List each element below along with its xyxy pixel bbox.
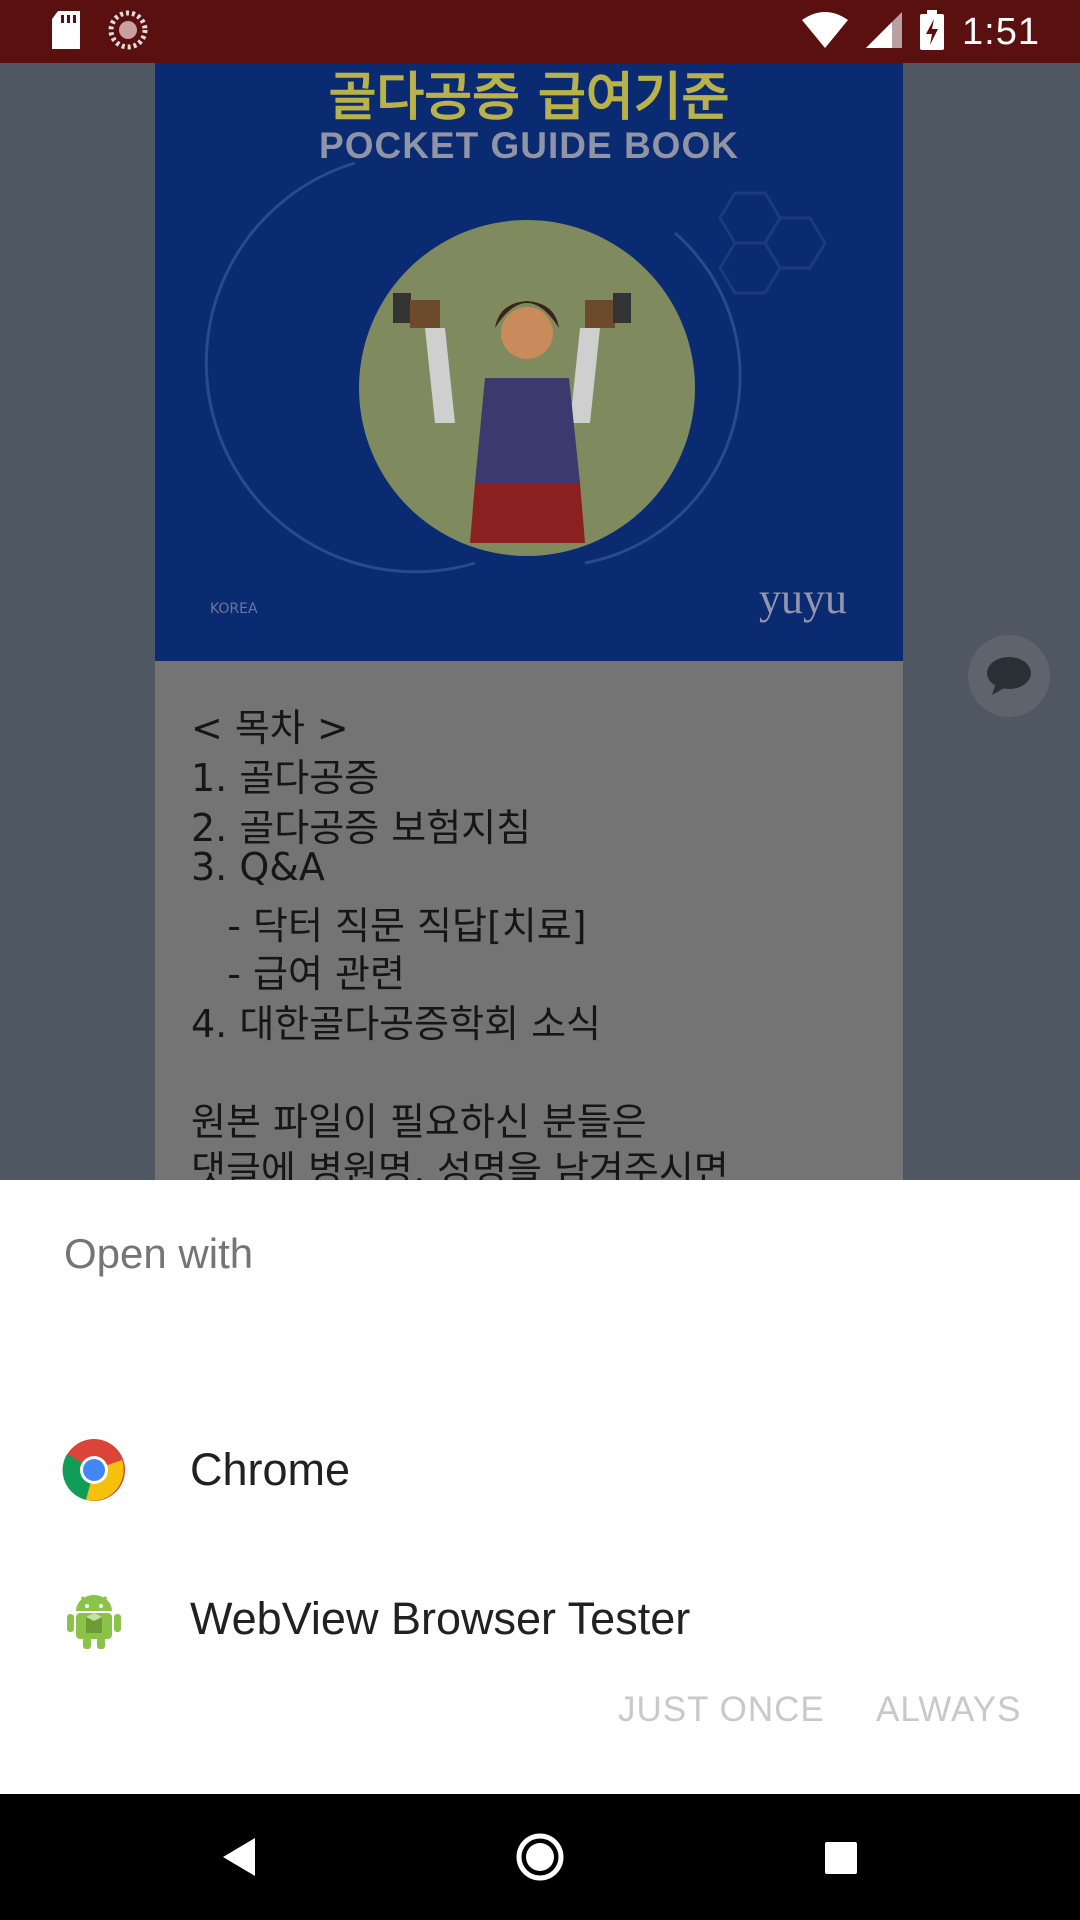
home-icon[interactable]	[505, 1822, 575, 1892]
chat-bubble-icon	[987, 657, 1031, 695]
post-text-line: - 급여 관련	[191, 952, 405, 996]
post-text-line: 4. 대한골다공증학회 소식	[191, 1002, 602, 1046]
battery-charging-icon	[920, 10, 945, 54]
poster-logo: yuyu	[759, 574, 847, 623]
back-icon[interactable]	[205, 1822, 275, 1892]
post-text-line: 3. Q&A	[191, 845, 325, 889]
app-option-webview-browser-tester[interactable]: WebView Browser Tester	[0, 1549, 1080, 1689]
comment-button[interactable]	[968, 635, 1050, 717]
navigation-bar	[0, 1794, 1080, 1920]
status-time: 1:51	[962, 10, 1040, 53]
app-option-chrome[interactable]: Chrome	[0, 1400, 1080, 1540]
sd-card-icon	[50, 11, 82, 53]
background-app-content: 골다공증 급여기준 POCKET GUIDE BOOK KOREA yuyu <…	[0, 63, 1080, 1180]
sheet-title: Open with	[64, 1230, 254, 1277]
post-text-line: 2. 골다공증 보험지침	[191, 806, 532, 850]
post-text-line: 원본 파일이 필요하신 분들은	[191, 1100, 647, 1144]
android-icon	[62, 1587, 126, 1651]
just-once-button[interactable]: JUST ONCE	[618, 1690, 825, 1730]
recents-icon[interactable]	[805, 1822, 875, 1892]
loading-icon	[108, 10, 148, 54]
always-button[interactable]: ALWAYS	[876, 1690, 1021, 1730]
app-label-chrome: Chrome	[190, 1444, 351, 1495]
status-bar: 1:51	[0, 0, 1080, 63]
post-text-area: < 목차 > 1. 골다공증 2. 골다공증 보험지침 3. Q&A - 닥터 …	[155, 661, 903, 1180]
signal-icon	[866, 12, 903, 52]
poster-illustration	[204, 161, 827, 574]
poster-stamp: KOREA	[210, 601, 258, 617]
app-label-webview-browser-tester: WebView Browser Tester	[190, 1593, 691, 1644]
post-text-line: - 닥터 직문 직답[치료]	[191, 904, 587, 948]
wifi-icon	[802, 12, 849, 52]
poster-image: 골다공증 급여기준 POCKET GUIDE BOOK KOREA yuyu	[155, 63, 903, 661]
open-with-sheet: Open with Chrome WebView Browser Tester …	[0, 1180, 1080, 1794]
post-text-line: 1. 골다공증	[191, 756, 380, 800]
post-text-line: 댓글에 병원명, 성명을 남겨주시면	[191, 1148, 729, 1180]
chrome-icon	[62, 1438, 126, 1502]
post-text-line: < 목차 >	[191, 706, 349, 750]
